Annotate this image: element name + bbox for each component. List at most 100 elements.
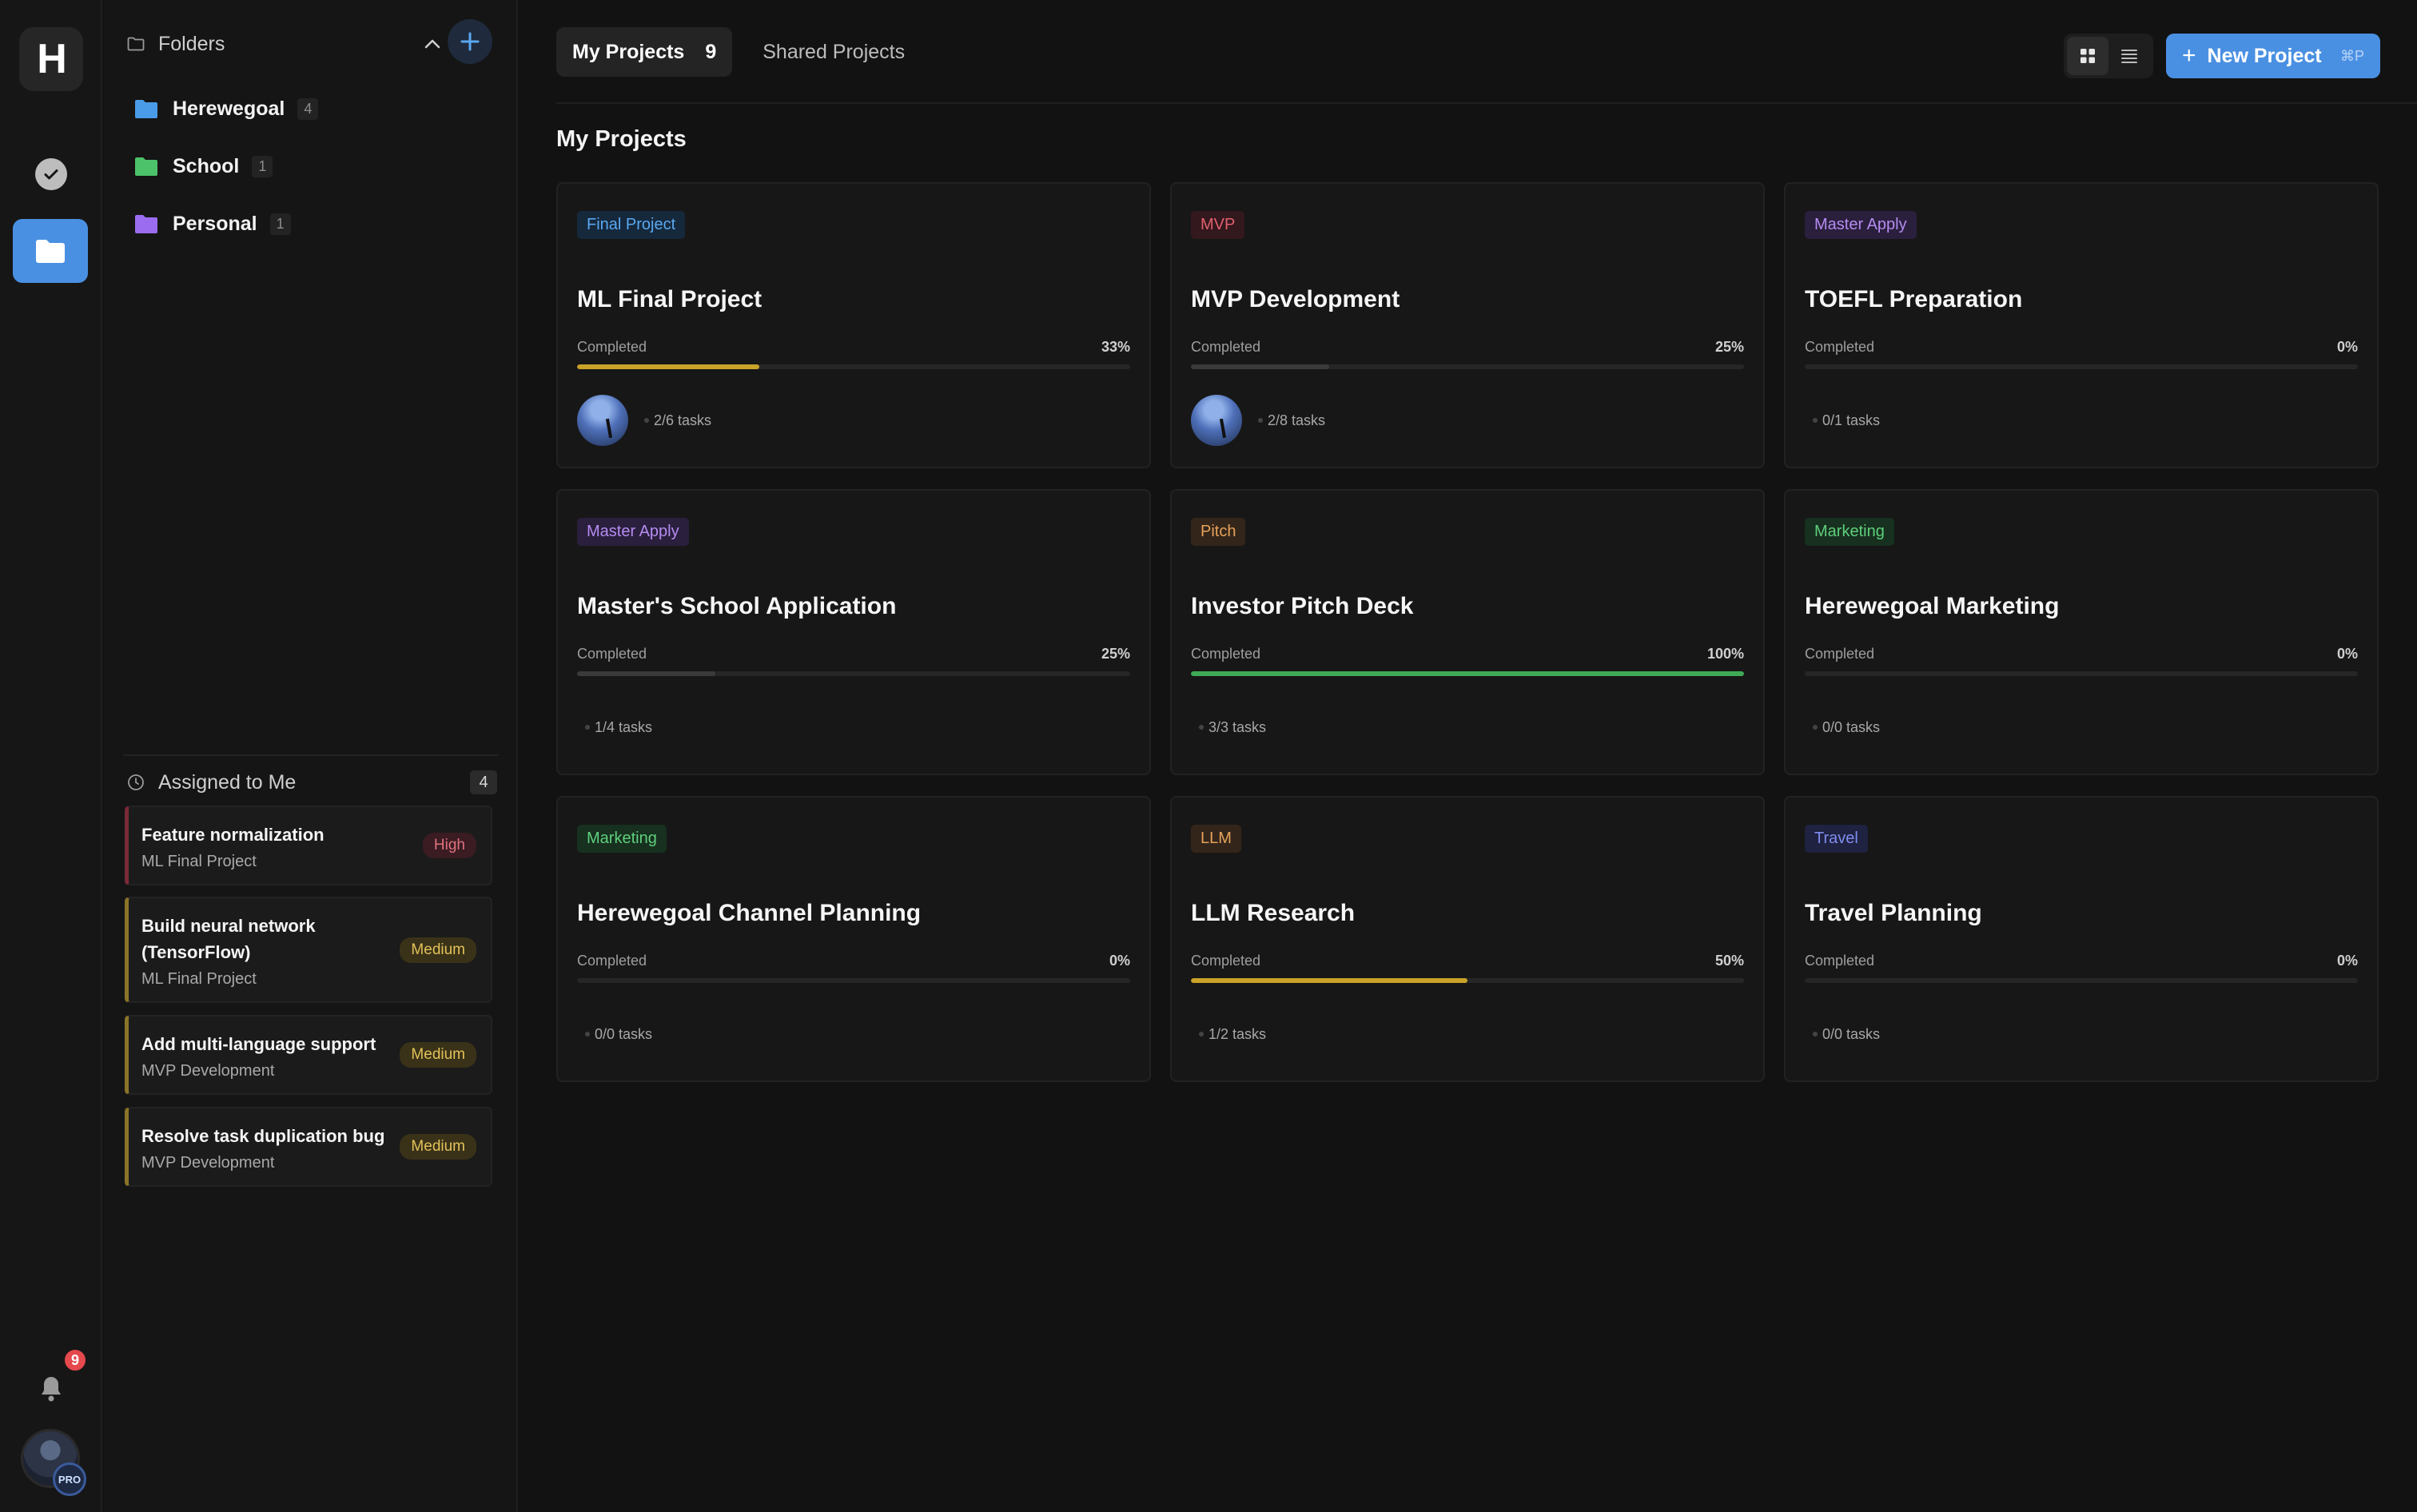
member-avatar[interactable] (1191, 395, 1242, 446)
progress-track (577, 364, 1130, 369)
header-divider (556, 102, 2417, 104)
folder-icon (135, 100, 157, 118)
project-meta: 2/6 tasks (577, 395, 711, 446)
task-count: 0/0 tasks (1822, 1025, 1881, 1042)
folder-name: School (173, 154, 240, 177)
app-logo-letter: H (37, 36, 67, 82)
project-title: Herewegoal Channel Planning (577, 900, 922, 926)
completed-label: Completed (1191, 339, 1261, 355)
grid-view-button[interactable] (2067, 37, 2108, 75)
project-card[interactable]: Pitch Investor Pitch Deck Completed 100%… (1170, 489, 1765, 775)
progress-percent: 0% (2336, 953, 2358, 969)
section-title: My Projects (556, 126, 687, 152)
project-tag: Master Apply (1805, 211, 1917, 239)
assigned-task-card[interactable]: Resolve task duplication bug MVP Develop… (125, 1107, 492, 1187)
assigned-header: Assigned to Me 4 (125, 764, 497, 801)
progress-fill (577, 364, 760, 369)
task-count: 0/1 tasks (1822, 412, 1881, 428)
notifications-button[interactable] (29, 1367, 74, 1411)
tab-label: Shared Projects (763, 40, 906, 63)
folder-item-personal[interactable]: Personal 1 (134, 195, 486, 253)
plus-icon (460, 32, 480, 51)
project-title: Master's School Application (577, 593, 897, 619)
progress-track (1191, 671, 1744, 676)
assigned-task-card[interactable]: Feature normalization ML Final Project H… (125, 806, 492, 885)
folder-icon (135, 215, 157, 233)
progress-track (1805, 978, 2358, 983)
task-count: 2/8 tasks (1268, 412, 1326, 428)
project-card[interactable]: Marketing Herewegoal Channel Planning Co… (556, 796, 1151, 1082)
progress-percent: 0% (2336, 339, 2358, 355)
section-divider (123, 754, 499, 756)
keyboard-shortcut: ⌘P (2339, 47, 2364, 64)
project-tag: Marketing (577, 825, 667, 853)
project-meta: 3/3 tasks (1191, 702, 1266, 753)
project-title: Travel Planning (1805, 900, 1982, 926)
project-meta: 1/2 tasks (1191, 1009, 1266, 1060)
progress-track (1805, 364, 2358, 369)
project-title: MVP Development (1191, 286, 1400, 312)
clock-icon (125, 771, 147, 794)
list-view-button[interactable] (2108, 37, 2150, 75)
main-content: My Projects 9 Shared Projects + New Proj… (520, 0, 2417, 1512)
bell-icon (42, 1377, 61, 1402)
dot-icon (644, 418, 649, 423)
dot-icon (585, 725, 590, 730)
progress-track (577, 671, 1130, 676)
dot-icon (1813, 1032, 1818, 1037)
completed-label: Completed (1805, 646, 1875, 662)
chevron-up-icon[interactable] (419, 30, 446, 58)
dot-icon (1199, 725, 1204, 730)
priority-badge: Medium (400, 1042, 476, 1068)
progress-track (1191, 978, 1744, 983)
folder-item-herewegoal[interactable]: Herewegoal 4 (134, 80, 486, 137)
project-card[interactable]: LLM LLM Research Completed 50% 1/2 tasks (1170, 796, 1765, 1082)
folder-outline-icon (125, 33, 147, 55)
progress-fill (1191, 978, 1467, 983)
project-card[interactable]: Master Apply Master's School Application… (556, 489, 1151, 775)
task-project: ML Final Project (141, 970, 257, 988)
tab-shared-projects[interactable]: Shared Projects (747, 27, 921, 77)
progress-track (1805, 671, 2358, 676)
assigned-count: 4 (470, 770, 497, 794)
assigned-task-card[interactable]: Add multi-language support MVP Developme… (125, 1015, 492, 1095)
project-tag: LLM (1191, 825, 1241, 853)
app-logo[interactable]: H (19, 27, 83, 91)
task-count: 2/6 tasks (654, 412, 712, 428)
tab-count: 9 (705, 40, 717, 63)
progress-track (577, 978, 1130, 983)
folder-count: 4 (297, 97, 319, 120)
assigned-task-card[interactable]: Build neural network (TensorFlow) ML Fin… (125, 897, 492, 1003)
task-title: Add multi-language support (141, 1034, 376, 1054)
folder-name: Herewegoal (173, 97, 285, 120)
new-project-button[interactable]: + New Project ⌘P (2166, 34, 2380, 78)
completed-label: Completed (1805, 339, 1875, 355)
project-card[interactable]: MVP MVP Development Completed 25% 2/8 ta… (1170, 182, 1765, 468)
member-avatar[interactable] (577, 395, 628, 446)
folder-count: 1 (269, 213, 291, 235)
task-count: 3/3 tasks (1208, 718, 1267, 735)
project-meta: 0/0 tasks (577, 1009, 652, 1060)
projects-nav-button[interactable] (13, 219, 88, 283)
completed-label: Completed (577, 339, 647, 355)
project-card[interactable]: Final Project ML Final Project Completed… (556, 182, 1151, 468)
task-title: Feature normalization (141, 825, 325, 845)
tab-my-projects[interactable]: My Projects 9 (556, 27, 733, 77)
icon-rail: H 9 PRO (0, 0, 102, 1512)
project-meta: 0/0 tasks (1805, 1009, 1880, 1060)
project-card[interactable]: Travel Travel Planning Completed 0% 0/0 … (1784, 796, 2379, 1082)
tab-label: My Projects (572, 40, 685, 63)
add-folder-button[interactable] (448, 19, 492, 64)
grid-icon (2081, 49, 2095, 63)
project-meta: 1/4 tasks (577, 702, 652, 753)
tasks-nav-button[interactable] (19, 142, 83, 206)
progress-percent: 25% (1714, 339, 1744, 355)
folder-count: 1 (252, 155, 273, 177)
folder-item-school[interactable]: School 1 (134, 137, 486, 195)
task-count: 1/2 tasks (1208, 1025, 1267, 1042)
list-icon (2121, 50, 2137, 63)
project-card[interactable]: Marketing Herewegoal Marketing Completed… (1784, 489, 2379, 775)
project-title: Herewegoal Marketing (1805, 593, 2060, 619)
progress-fill (1191, 364, 1329, 369)
project-card[interactable]: Master Apply TOEFL Preparation Completed… (1784, 182, 2379, 468)
